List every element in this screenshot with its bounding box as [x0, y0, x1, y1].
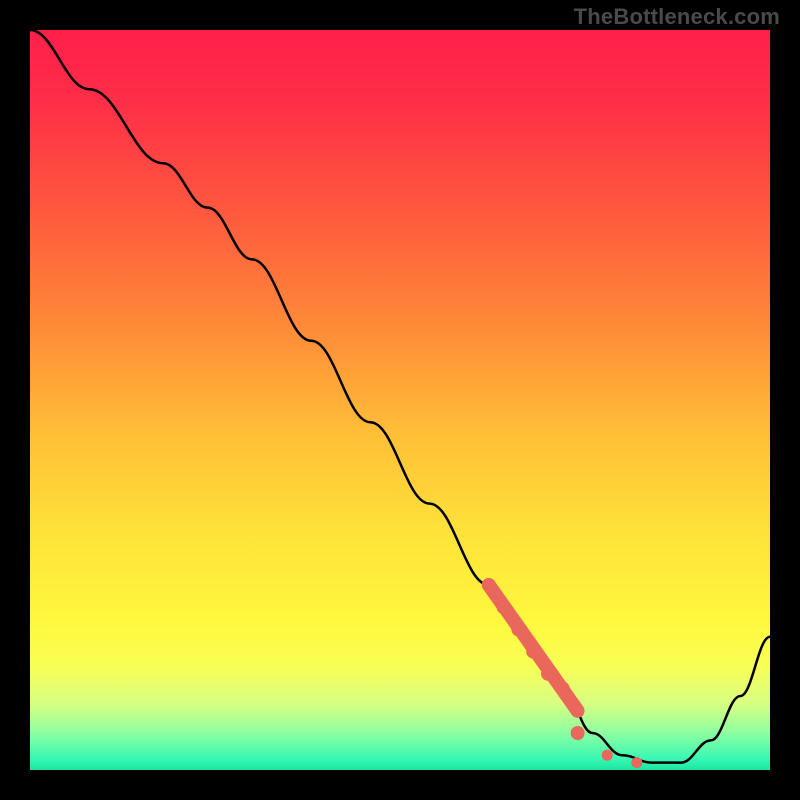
highlight-marker: [482, 578, 496, 592]
highlight-marker: [602, 750, 613, 761]
highlight-marker: [511, 622, 525, 636]
highlight-marker: [556, 682, 570, 696]
watermark-text: TheBottleneck.com: [574, 4, 780, 30]
gradient-background: [30, 30, 770, 770]
highlight-marker: [571, 726, 585, 740]
highlight-marker: [631, 757, 642, 768]
highlight-marker: [526, 645, 540, 659]
chart-stage: TheBottleneck.com: [0, 0, 800, 800]
plot-area: [30, 30, 770, 770]
plot-svg: [30, 30, 770, 770]
highlight-marker: [541, 667, 555, 681]
highlight-marker: [497, 600, 511, 614]
